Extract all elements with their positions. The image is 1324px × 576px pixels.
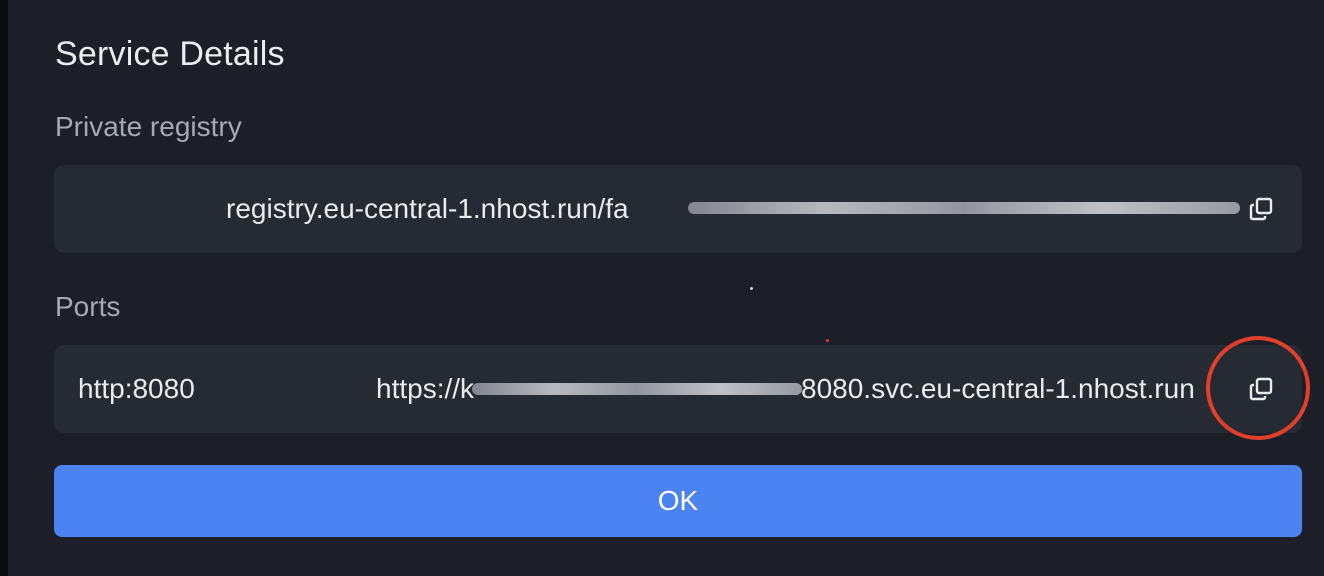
port-row: http:8080 https://k 8080.svc.eu-central-… — [54, 345, 1302, 433]
dialog-title: Service Details — [55, 35, 285, 73]
registry-url: registry.eu-central-1.nhost.run/fa — [226, 193, 629, 224]
backdrop-edge — [0, 0, 8, 576]
ports-label: Ports — [55, 291, 121, 322]
screen: Service Details Private registry registr… — [0, 0, 1324, 576]
redaction-scribble — [688, 202, 1240, 214]
service-details-dialog: Service Details Private registry registr… — [8, 0, 1324, 576]
port-url-prefix: https://k — [376, 373, 475, 404]
stray-dot — [750, 287, 753, 290]
copy-icon[interactable] — [1248, 196, 1274, 222]
ok-button[interactable]: OK — [54, 465, 1302, 537]
port-url-suffix: 8080.svc.eu-central-1.nhost.run — [801, 373, 1195, 404]
redaction-scribble — [472, 383, 802, 395]
port-name: http:8080 — [78, 373, 195, 404]
stray-dot — [826, 339, 829, 342]
private-registry-label: Private registry — [55, 111, 242, 142]
private-registry-row: registry.eu-central-1.nhost.run/fa — [54, 165, 1302, 253]
